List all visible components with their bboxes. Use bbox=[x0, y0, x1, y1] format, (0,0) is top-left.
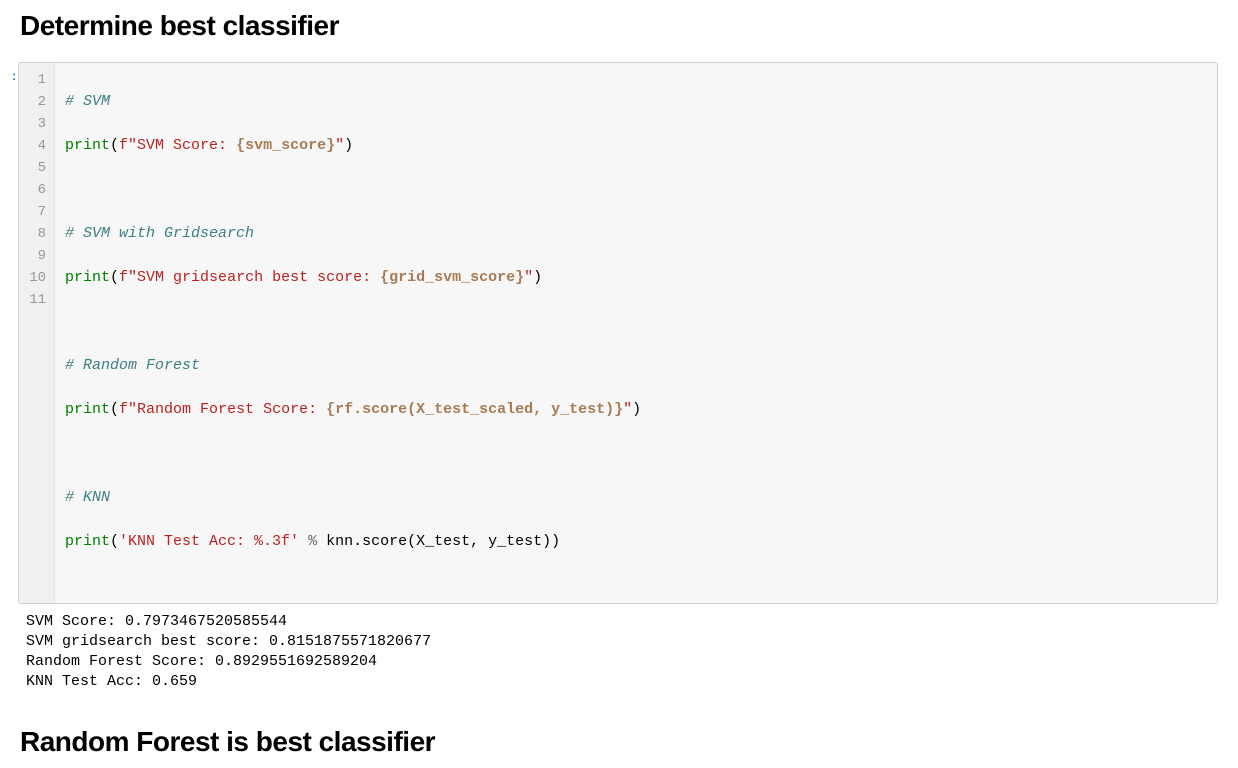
code-token-punct: ( bbox=[110, 401, 119, 418]
code-token-builtin: print bbox=[65, 533, 110, 550]
code-token-comment: # Random Forest bbox=[65, 357, 200, 374]
line-number: 8 bbox=[27, 223, 46, 245]
code-line: print(f"SVM Score: {svm_score}") bbox=[65, 135, 1207, 157]
code-token-fprefix: f bbox=[119, 269, 128, 286]
code-token-punct: ( bbox=[110, 533, 119, 550]
code-line: # SVM with Gridsearch bbox=[65, 223, 1207, 245]
line-number-gutter: 1 2 3 4 5 6 7 8 9 10 11 bbox=[19, 63, 55, 603]
line-number: 9 bbox=[27, 245, 46, 267]
code-line bbox=[65, 443, 1207, 465]
code-line: # Random Forest bbox=[65, 355, 1207, 377]
output-line: Random Forest Score: 0.8929551692589204 bbox=[26, 653, 377, 670]
code-token-punct: ) bbox=[533, 269, 542, 286]
code-token-comment: # KNN bbox=[65, 489, 110, 506]
conclusion-heading: Random Forest is best classifier bbox=[20, 726, 1218, 758]
notebook-view: Determine best classifier : 1 2 3 4 5 6 … bbox=[0, 10, 1238, 758]
code-line: print('KNN Test Acc: %.3f' % knn.score(X… bbox=[65, 531, 1207, 553]
code-token-comment: # SVM with Gridsearch bbox=[65, 225, 254, 242]
code-cell-wrapper: : 1 2 3 4 5 6 7 8 9 10 11 # SVM print(f"… bbox=[12, 62, 1218, 604]
code-token-builtin: print bbox=[65, 269, 110, 286]
line-number: 2 bbox=[27, 91, 46, 113]
line-number: 5 bbox=[27, 157, 46, 179]
code-cell[interactable]: 1 2 3 4 5 6 7 8 9 10 11 # SVM print(f"SV… bbox=[18, 62, 1218, 604]
code-token-string: " bbox=[335, 137, 344, 154]
code-token-builtin: print bbox=[65, 401, 110, 418]
code-line: print(f"SVM gridsearch best score: {grid… bbox=[65, 267, 1207, 289]
line-number: 4 bbox=[27, 135, 46, 157]
code-token-interp: {svm_score} bbox=[236, 137, 335, 154]
output-line: KNN Test Acc: 0.659 bbox=[26, 673, 197, 690]
code-token-interp: {rf.score(X_test_scaled, y_test)} bbox=[326, 401, 623, 418]
code-token-punct: ( bbox=[110, 269, 119, 286]
output-line: SVM gridsearch best score: 0.81518755718… bbox=[26, 633, 431, 650]
code-token-punct: ( bbox=[110, 137, 119, 154]
output-cell: SVM Score: 0.7973467520585544 SVM gridse… bbox=[22, 604, 1218, 696]
code-line bbox=[65, 179, 1207, 201]
code-token-comment: # SVM bbox=[65, 93, 110, 110]
line-number: 11 bbox=[27, 289, 46, 311]
line-number: 3 bbox=[27, 113, 46, 135]
code-token-fprefix: f bbox=[119, 401, 128, 418]
code-token-interp: {grid_svm_score} bbox=[380, 269, 524, 286]
code-token-string: " bbox=[524, 269, 533, 286]
code-line bbox=[65, 311, 1207, 333]
code-token-builtin: print bbox=[65, 137, 110, 154]
section-heading: Determine best classifier bbox=[20, 10, 1218, 42]
code-token-fprefix: f bbox=[119, 137, 128, 154]
line-number: 1 bbox=[27, 69, 46, 91]
code-token-string: 'KNN Test Acc: %.3f' bbox=[119, 533, 299, 550]
code-line: # SVM bbox=[65, 91, 1207, 113]
code-token-string: "SVM gridsearch best score: bbox=[128, 269, 380, 286]
code-token-string: "Random Forest Score: bbox=[128, 401, 326, 418]
line-number: 10 bbox=[27, 267, 46, 289]
code-token-punct: ) bbox=[344, 137, 353, 154]
code-token-name: knn.score(X_test, y_test)) bbox=[326, 533, 560, 550]
code-line: print(f"Random Forest Score: {rf.score(X… bbox=[65, 399, 1207, 421]
code-token-string: "SVM Score: bbox=[128, 137, 236, 154]
output-line: SVM Score: 0.7973467520585544 bbox=[26, 613, 287, 630]
code-token-string: " bbox=[623, 401, 632, 418]
line-number: 6 bbox=[27, 179, 46, 201]
code-body[interactable]: # SVM print(f"SVM Score: {svm_score}") #… bbox=[55, 63, 1217, 603]
code-token-operator: % bbox=[299, 533, 326, 550]
code-token-punct: ) bbox=[632, 401, 641, 418]
line-number: 7 bbox=[27, 201, 46, 223]
code-line: # KNN bbox=[65, 487, 1207, 509]
